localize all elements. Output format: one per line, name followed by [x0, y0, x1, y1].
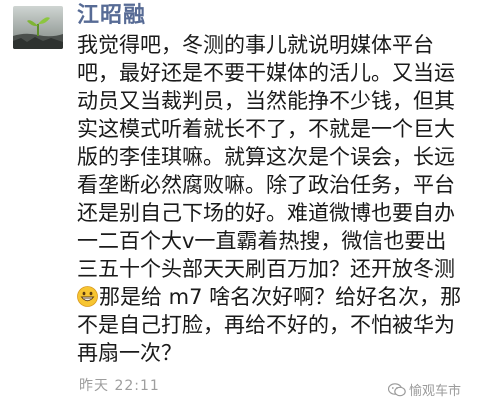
post-text-line: 三五十个头部天天刷百万加？还开放冬测	[77, 257, 455, 281]
author-name[interactable]: 江昭融	[77, 2, 146, 30]
post-text-line: 不是自己打脸，再给不好的，不怕被华为	[77, 313, 455, 337]
post-text-line: 版的李佳琪嘛。就算这次是个误会，长远	[77, 145, 455, 169]
post-text-line: 实这模式听着就长不了，不就是一个巨大	[77, 117, 455, 141]
sprout-avatar-image	[13, 6, 63, 49]
post-timestamp: 昨天 22:11	[79, 378, 160, 394]
post-text-line: 我觉得吧，冬测的事儿就说明媒体平台	[77, 33, 434, 57]
post-text-line: 还是别自己下场的好。难道微博也要自办	[77, 201, 455, 225]
post-text-line-with-emoji: 那是给 m7 啥名次好啊？给好名次，那	[77, 283, 475, 311]
post-text-line: 看垄断必然腐败嘛。除了政治任务，平台	[77, 173, 455, 197]
post-text-line: 一二百个大v一直霸着热搜，微信也要出	[77, 229, 447, 253]
wechat-official-account-icon	[387, 382, 406, 397]
post-text: 我觉得吧，冬测的事儿就说明媒体平台 吧，最好还是不要干媒体的活儿。又当运 动员又…	[77, 31, 475, 367]
watermark: 愉观车市	[387, 380, 462, 399]
post-text-line: 再扇一次？	[77, 341, 182, 365]
grinning-face-emoji-icon	[77, 286, 98, 307]
moments-post: 江昭融 我觉得吧，冬测的事儿就说明媒体平台 吧，最好还是不要干媒体的活儿。又当运…	[0, 0, 480, 404]
post-text-line: 吧，最好还是不要干媒体的活儿。又当运	[77, 61, 455, 85]
watermark-text: 愉观车市	[409, 384, 462, 399]
post-text-line: 那是给 m7 啥名次好啊？给好名次，那	[99, 285, 462, 309]
avatar[interactable]	[13, 6, 63, 49]
post-text-line: 动员又当裁判员，当然能挣不少钱，但其	[77, 89, 455, 113]
